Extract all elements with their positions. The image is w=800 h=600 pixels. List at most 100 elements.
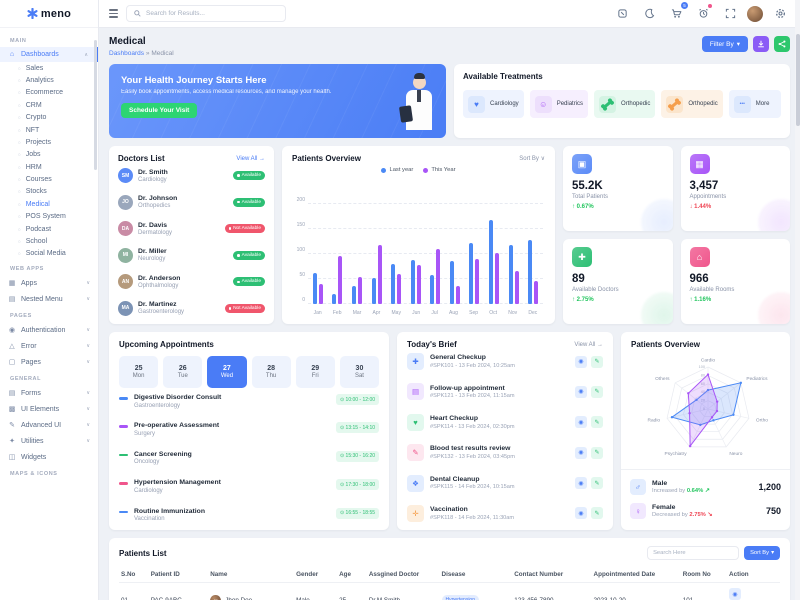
table-column-header[interactable]: Patient ID xyxy=(149,567,208,583)
bar[interactable] xyxy=(489,220,493,304)
bar[interactable] xyxy=(397,274,401,305)
day-chip-mon[interactable]: 25Mon xyxy=(119,356,158,388)
day-chip-tue[interactable]: 26Tue xyxy=(163,356,202,388)
sidebar-subitem-social-media[interactable]: ○Social Media xyxy=(18,248,98,260)
table-sort-button[interactable]: Sort By▾ xyxy=(744,546,780,560)
sidebar-subitem-medical[interactable]: ○Medical xyxy=(18,198,98,210)
appointment-row[interactable]: Pre-operative AssessmentSurgery⊙ 13:15 -… xyxy=(119,422,379,437)
sidebar-subitem-sales[interactable]: ○Sales xyxy=(18,62,98,74)
download-button[interactable] xyxy=(753,36,769,52)
search-input[interactable] xyxy=(146,10,278,17)
treatment-chip-orthopedic[interactable]: Orthopedic xyxy=(594,90,655,118)
sidebar-subitem-crypto[interactable]: ○Crypto xyxy=(18,112,98,124)
view-button[interactable]: ◉ xyxy=(575,356,587,368)
bar[interactable] xyxy=(338,256,342,304)
table-column-header[interactable]: S.No xyxy=(119,567,149,583)
sidebar-item-authentication[interactable]: ◉Authentication∨ xyxy=(0,322,98,338)
sidebar-scrollbar[interactable] xyxy=(94,40,97,170)
bar[interactable] xyxy=(515,271,519,304)
table-search[interactable] xyxy=(647,546,739,560)
table-column-header[interactable]: Assgined Doctor xyxy=(367,567,440,583)
table-column-header[interactable]: Gender xyxy=(294,567,337,583)
dark-mode-moon-icon[interactable] xyxy=(639,4,659,24)
table-search-input[interactable] xyxy=(653,550,733,556)
sidebar-item-nested-menu[interactable]: ▤Nested Menu∨ xyxy=(0,291,98,307)
sort-by-dropdown[interactable]: Sort By ∨ xyxy=(519,155,545,162)
bar[interactable] xyxy=(430,275,434,304)
sidebar-subitem-analytics[interactable]: ○Analytics xyxy=(18,74,98,86)
brief-view-all-link[interactable]: View All → xyxy=(574,342,603,348)
sidebar-subitem-hrm[interactable]: ○HRM xyxy=(18,161,98,173)
breadcrumb-parent[interactable]: Dashboards xyxy=(109,50,144,57)
sidebar-item-apps[interactable]: ▦Apps∨ xyxy=(0,275,98,291)
day-chip-wed[interactable]: 27Wed xyxy=(207,356,246,388)
treatment-chip-orthopedic[interactable]: Orthopedic xyxy=(661,90,722,118)
fullscreen-icon[interactable] xyxy=(720,4,740,24)
sidebar-subitem-nft[interactable]: ○NFT xyxy=(18,124,98,136)
bar[interactable] xyxy=(469,243,473,305)
table-column-header[interactable]: Disease xyxy=(440,567,513,583)
day-chip-thu[interactable]: 28Thu xyxy=(252,356,291,388)
bar[interactable] xyxy=(319,284,323,304)
treatment-chip-cardiology[interactable]: ♥Cardiology xyxy=(463,90,524,118)
bar[interactable] xyxy=(417,265,421,305)
table-column-header[interactable]: Name xyxy=(208,567,294,583)
sidebar-item-pages[interactable]: ▢Pages∨ xyxy=(0,354,98,370)
bar[interactable] xyxy=(436,249,440,304)
share-button[interactable] xyxy=(774,36,790,52)
doctor-row[interactable]: ANDr. AndersonOphthalmologyAvailable xyxy=(118,274,265,289)
sidebar-item-dashboards[interactable]: ⌂Dashboards∧ xyxy=(0,47,98,62)
gear-icon[interactable] xyxy=(770,4,790,24)
table-column-header[interactable]: Room No xyxy=(681,567,727,583)
bar[interactable] xyxy=(313,273,317,305)
bar[interactable] xyxy=(456,286,460,304)
sidebar-subitem-crm[interactable]: ○CRM xyxy=(18,99,98,111)
view-button[interactable]: ◉ xyxy=(575,386,587,398)
doctor-row[interactable]: MIDr. MillerNeurologyAvailable xyxy=(118,248,265,263)
appointment-row[interactable]: Digestive Disorder ConsultGastroenterolo… xyxy=(119,394,379,409)
doctors-view-all-link[interactable]: View All → xyxy=(236,156,265,162)
edit-button[interactable]: ✎ xyxy=(591,356,603,368)
sidebar-subitem-stocks[interactable]: ○Stocks xyxy=(18,186,98,198)
page-scrollbar[interactable] xyxy=(795,0,800,600)
menu-toggle-icon[interactable] xyxy=(109,9,118,17)
global-search[interactable] xyxy=(126,5,286,22)
doctor-row[interactable]: JODr. JohnsonOrthopedicsAvailable xyxy=(118,195,265,210)
doctor-row[interactable]: DADr. DavisDermatologyNot Available xyxy=(118,221,265,236)
treatment-chip-pediatrics[interactable]: ☺Pediatrics xyxy=(530,90,588,118)
sidebar-item-utilities[interactable]: ✦Utilities∨ xyxy=(0,433,98,449)
notifications-icon[interactable] xyxy=(693,4,713,24)
table-column-header[interactable]: Age xyxy=(337,567,367,583)
bar[interactable] xyxy=(411,260,415,305)
edit-button[interactable]: ✎ xyxy=(591,477,603,489)
sidebar-subitem-ecommerce[interactable]: ○Ecommerce xyxy=(18,87,98,99)
appointment-row[interactable]: Hypertension ManagementCardiology⊙ 17:30… xyxy=(119,479,379,494)
edit-button[interactable]: ✎ xyxy=(591,416,603,428)
schedule-visit-button[interactable]: Schedule Your Visit xyxy=(121,103,197,118)
day-chip-sat[interactable]: 30Sat xyxy=(340,356,379,388)
sidebar-item-ui-elements[interactable]: ▩UI Elements∨ xyxy=(0,401,98,417)
flag-icon[interactable] xyxy=(612,4,632,24)
appointment-row[interactable]: Routine ImmunizationVaccination⊙ 16:55 -… xyxy=(119,508,379,523)
sidebar-subitem-pos-system[interactable]: ○POS System xyxy=(18,211,98,223)
view-button[interactable]: ◉ xyxy=(575,507,587,519)
appointment-row[interactable]: Cancer ScreeningOncology⊙ 15:30 - 16:20 xyxy=(119,451,379,466)
sidebar-subitem-projects[interactable]: ○Projects xyxy=(18,136,98,148)
sidebar-item-error[interactable]: △Error∨ xyxy=(0,338,98,354)
sidebar-item-widgets[interactable]: ◫Widgets xyxy=(0,449,98,465)
sidebar-subitem-jobs[interactable]: ○Jobs xyxy=(18,149,98,161)
edit-button[interactable]: ✎ xyxy=(591,507,603,519)
treatment-chip-more[interactable]: •••More xyxy=(729,90,781,118)
bar[interactable] xyxy=(358,277,362,304)
bar[interactable] xyxy=(372,278,376,304)
bar[interactable] xyxy=(495,253,499,305)
table-column-header[interactable]: Action xyxy=(727,567,780,583)
table-column-header[interactable]: Appointmented Date xyxy=(592,567,681,583)
bar[interactable] xyxy=(534,281,538,304)
view-button[interactable]: ◉ xyxy=(575,416,587,428)
day-chip-fri[interactable]: 29Fri xyxy=(296,356,335,388)
view-button[interactable]: ◉ xyxy=(575,447,587,459)
bar[interactable] xyxy=(378,245,382,304)
user-avatar[interactable] xyxy=(747,6,763,22)
bar[interactable] xyxy=(450,261,454,304)
